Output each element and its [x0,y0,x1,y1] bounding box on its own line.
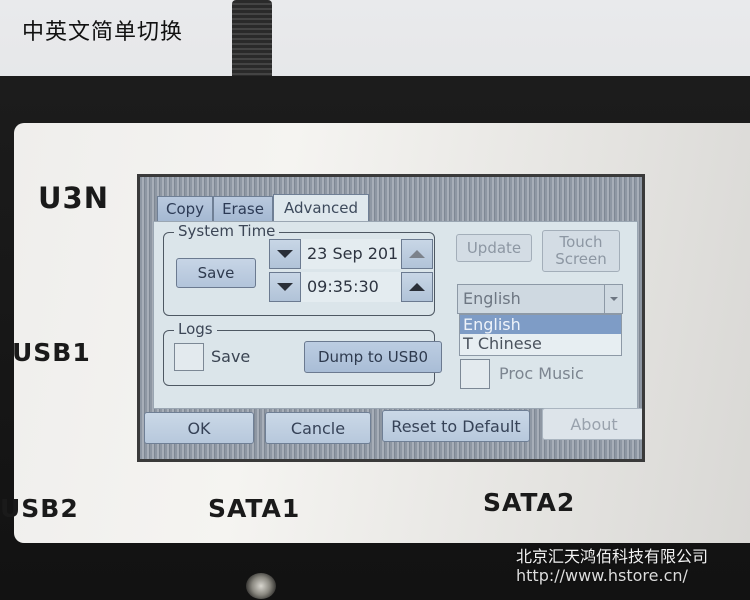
cancel-button[interactable]: Cancle [265,412,371,444]
touch-screen-button[interactable]: Touch Screen [542,230,620,272]
language-dropdown-list: English T Chinese [459,314,622,356]
language-option-english[interactable]: English [460,315,621,334]
language-select[interactable]: English [457,284,623,314]
logs-group: Logs Save Dump to USB0 [163,320,442,386]
proc-music-label: Proc Music [499,364,584,383]
update-label: Update [466,239,522,257]
arrow-down-icon [277,250,293,258]
arrow-up-icon [409,250,425,258]
advanced-panel: System Time Save 23 Sep 201 09:35:30 Log… [153,221,638,409]
time-decrement-button[interactable] [269,272,301,302]
about-button[interactable]: About [542,408,642,440]
system-time-title: System Time [174,222,280,240]
logs-save-label: Save [211,347,251,366]
ok-button[interactable]: OK [144,412,254,444]
date-field[interactable]: 23 Sep 201 [301,239,401,269]
arrow-down-icon [277,283,293,291]
chevron-down-icon [609,297,618,301]
system-time-group: System Time Save 23 Sep 201 09:35:30 [163,222,435,316]
cable [232,0,272,80]
language-option-chinese[interactable]: T Chinese [460,334,621,353]
logs-save-checkbox[interactable] [174,343,204,371]
watermark-company: 北京汇天鸿佰科技有限公司 [516,547,709,566]
touch-screen-label-line1: Touch [559,233,603,251]
port-label-sata1: SATA1 [208,494,301,523]
tab-copy[interactable]: Copy [157,196,214,222]
proc-music-checkbox[interactable] [460,359,490,389]
reset-to-default-button[interactable]: Reset to Default [382,410,530,442]
model-label: U3N [38,181,109,215]
time-increment-button[interactable] [401,272,433,302]
port-label-usb2: USB2 [0,494,79,523]
language-selected-value: English [463,289,521,308]
date-decrement-button[interactable] [269,239,301,269]
touch-screen-label-line2: Screen [555,250,607,268]
port-label-usb1: USB1 [12,338,91,367]
caption-title: 中英文简单切换 [22,20,184,45]
date-increment-button[interactable] [401,239,433,269]
time-save-button[interactable]: Save [176,258,256,288]
dropdown-arrow[interactable] [604,285,622,313]
dump-to-usb-button[interactable]: Dump to USB0 [304,341,442,373]
time-field[interactable]: 09:35:30 [301,272,401,302]
screw-icon [246,573,276,599]
port-label-sata2: SATA2 [483,488,576,517]
tab-bar: Copy Erase Advanced [157,194,370,222]
logs-title: Logs [174,320,217,338]
watermark-url: http://www.hstore.cn/ [516,566,688,585]
tab-advanced[interactable]: Advanced [272,194,370,222]
update-button[interactable]: Update [456,234,532,262]
lcd-screen: Copy Erase Advanced System Time Save 23 … [137,174,645,462]
tab-erase[interactable]: Erase [213,196,273,222]
arrow-up-icon [409,283,425,291]
